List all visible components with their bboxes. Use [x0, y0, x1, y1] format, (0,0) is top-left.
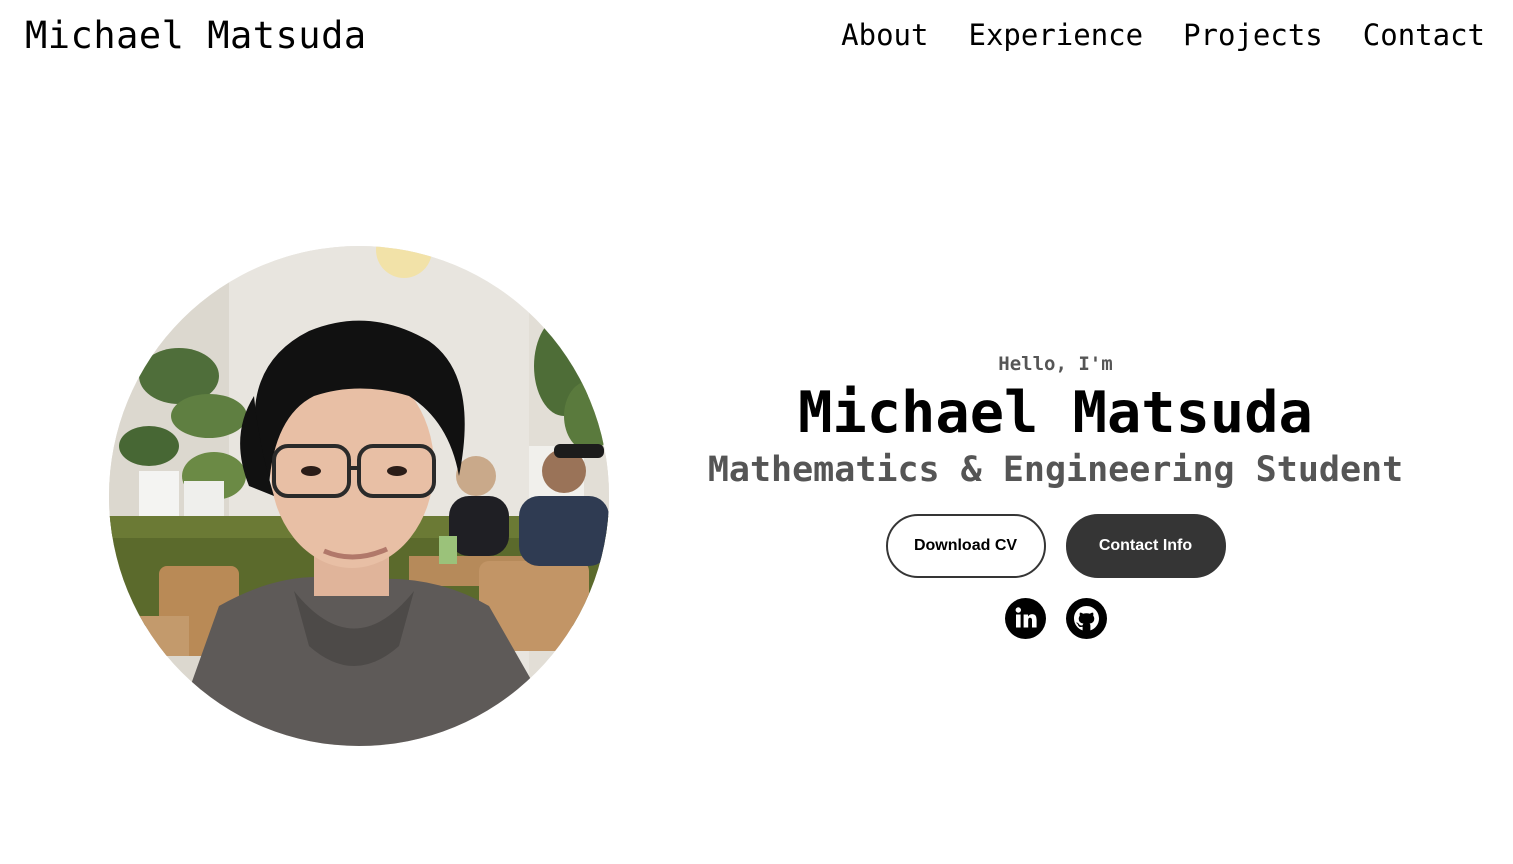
nav-links: About Experience Projects Contact [841, 18, 1485, 52]
nav-link-experience[interactable]: Experience [968, 18, 1143, 52]
nav-link-projects[interactable]: Projects [1183, 18, 1323, 52]
profile-photo [109, 246, 609, 746]
contact-info-button[interactable]: Contact Info [1065, 514, 1226, 578]
nav-link-about[interactable]: About [841, 18, 928, 52]
hero-section: Hello, I'm Michael Matsuda Mathematics &… [600, 350, 1511, 639]
site-logo[interactable]: Michael Matsuda [25, 14, 367, 57]
hero-name: Michael Matsuda [798, 380, 1313, 446]
hero-greeting: Hello, I'm [998, 353, 1113, 375]
download-cv-button[interactable]: Download CV [885, 514, 1046, 578]
social-links [600, 598, 1511, 639]
linkedin-icon[interactable] [1004, 598, 1046, 639]
github-icon[interactable] [1065, 598, 1107, 639]
nav-link-contact[interactable]: Contact [1363, 18, 1485, 52]
top-nav: Michael Matsuda About Experience Project… [0, 0, 1513, 72]
hero-title: Mathematics & Engineering Student [707, 450, 1404, 490]
hero-buttons: Download CV Contact Info [600, 514, 1511, 578]
